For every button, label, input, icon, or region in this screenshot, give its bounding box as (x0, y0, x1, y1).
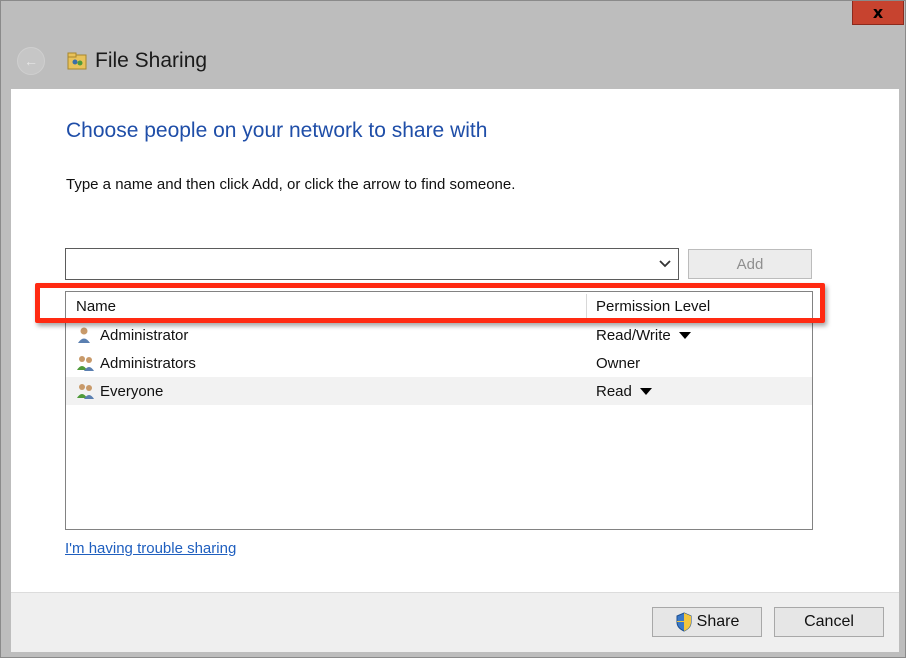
column-divider[interactable] (586, 294, 587, 318)
title-bar: ← File Sharing (9, 31, 899, 91)
permission-dropdown[interactable]: Read/Write (596, 327, 691, 344)
share-button[interactable]: Share (652, 607, 762, 637)
file-sharing-icon (67, 52, 87, 70)
chevron-down-icon[interactable] (656, 255, 674, 273)
column-header-name[interactable]: Name (76, 298, 116, 315)
close-icon: x (872, 3, 884, 22)
permission-value: Read (596, 383, 632, 400)
page-heading: Choose people on your network to share w… (66, 119, 488, 142)
share-label: Share (696, 613, 740, 630)
add-button[interactable]: Add (688, 249, 812, 279)
dialog-footer: Share Cancel (11, 592, 899, 652)
sharing-list[interactable]: Name Permission Level Administrator Read… (65, 291, 813, 530)
list-item-administrators[interactable]: Administrators Owner (66, 349, 812, 377)
user-name: Administrator (100, 327, 189, 344)
group-icon (77, 356, 94, 371)
permission-dropdown[interactable]: Read (596, 383, 652, 400)
user-name: Administrators (100, 355, 196, 372)
permission-value: Owner (596, 355, 640, 372)
list-item-administrator[interactable]: Administrator Read/Write (66, 321, 812, 349)
permission-value: Read/Write (596, 327, 671, 344)
caret-down-icon (639, 388, 652, 395)
instructions-text: Type a name and then click Add, or click… (66, 176, 516, 193)
list-item-everyone[interactable]: Everyone Read (66, 377, 812, 405)
column-header-permission[interactable]: Permission Level (596, 298, 710, 315)
trouble-sharing-link[interactable]: I'm having trouble sharing (65, 540, 236, 557)
user-icon (78, 327, 90, 343)
list-header: Name Permission Level (66, 292, 812, 320)
close-button[interactable]: x (852, 1, 904, 25)
shield-icon (676, 612, 692, 632)
permission-text: Owner (596, 355, 641, 372)
window-title: File Sharing (95, 49, 208, 72)
group-icon (77, 384, 94, 399)
back-button[interactable]: ← (17, 47, 45, 75)
cancel-button[interactable]: Cancel (774, 607, 884, 637)
user-name: Everyone (100, 383, 164, 400)
back-arrow-icon: ← (24, 53, 38, 69)
name-input[interactable] (66, 249, 646, 279)
name-combobox[interactable] (65, 248, 679, 280)
caret-down-icon (678, 332, 691, 339)
file-sharing-window: x ← File Sharing Choose people on your n… (0, 0, 906, 658)
content-area: Choose people on your network to share w… (11, 89, 899, 592)
